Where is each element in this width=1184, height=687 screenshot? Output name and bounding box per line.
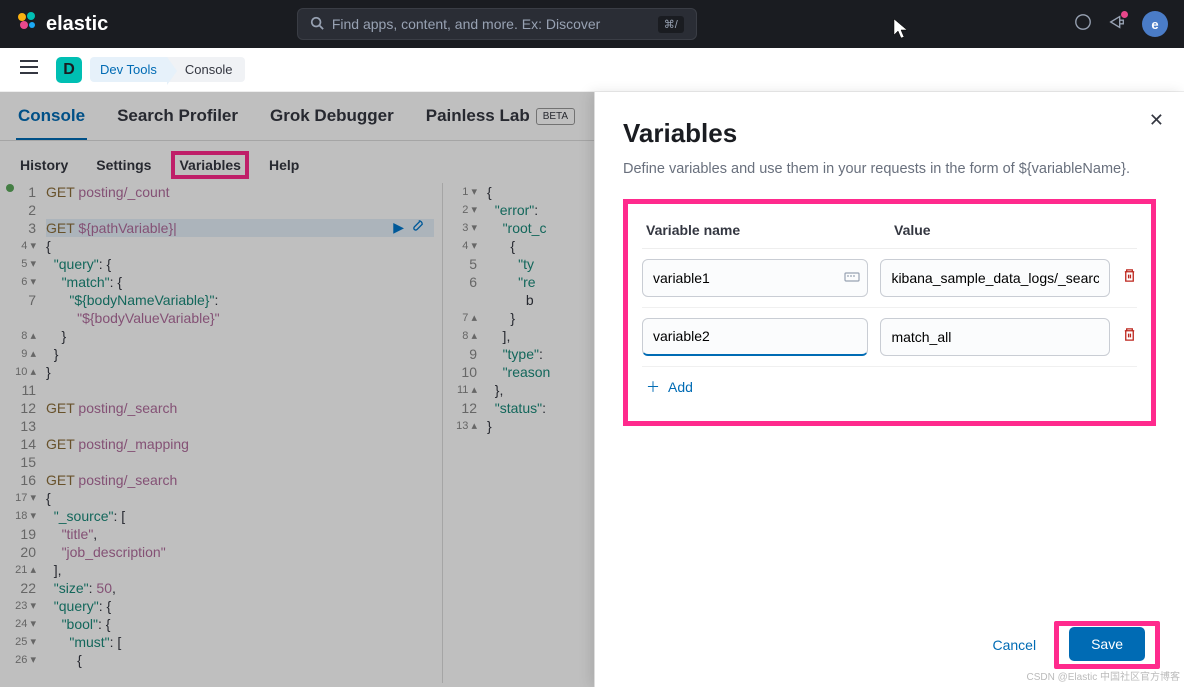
variables-flyout: ✕ Variables Define variables and use the… <box>594 92 1184 687</box>
brand-text: elastic <box>46 13 108 36</box>
variable-value-input[interactable] <box>880 318 1110 356</box>
variable-value-input[interactable] <box>880 259 1110 297</box>
top-nav-bar: elastic Find apps, content, and more. Ex… <box>0 0 1184 48</box>
add-variable-button[interactable]: ＋ Add <box>642 367 1137 407</box>
elastic-logo[interactable]: elastic <box>16 10 108 38</box>
wrench-icon[interactable] <box>410 219 424 236</box>
variable-row <box>642 249 1137 308</box>
search-shortcut: ⌘/ <box>658 16 684 33</box>
save-highlight: Save <box>1054 621 1160 669</box>
col-variable-name: Variable name <box>646 222 894 238</box>
close-icon[interactable]: ✕ <box>1149 110 1164 131</box>
help-icon[interactable] <box>1074 13 1092 36</box>
breadcrumb-devtools[interactable]: Dev Tools <box>90 57 167 82</box>
user-avatar[interactable]: e <box>1142 11 1168 37</box>
subtab-settings[interactable]: Settings <box>92 155 155 175</box>
plus-icon: ＋ <box>646 377 660 397</box>
watermark: CSDN @Elastic 中国社区官方博客 <box>1027 668 1181 683</box>
tab-grok-debugger[interactable]: Grok Debugger <box>268 106 396 140</box>
news-icon[interactable] <box>1108 13 1126 36</box>
hamburger-icon[interactable] <box>10 54 48 85</box>
flyout-title: Variables <box>623 118 1156 149</box>
app-badge[interactable]: D <box>56 57 82 83</box>
subtab-variables[interactable]: Variables <box>171 151 249 179</box>
keyboard-icon <box>844 269 860 290</box>
subtab-history[interactable]: History <box>16 155 72 175</box>
request-editor[interactable]: 1234 ▾5 ▾6 ▾78 ▴9 ▴10 ▴11121314151617 ▾1… <box>0 183 434 683</box>
tab-search-profiler[interactable]: Search Profiler <box>115 106 240 140</box>
global-search[interactable]: Find apps, content, and more. Ex: Discov… <box>297 8 697 40</box>
tab-painless-lab[interactable]: Painless LabBETA <box>424 106 577 140</box>
trash-icon[interactable] <box>1122 327 1137 346</box>
status-dot <box>6 184 14 192</box>
breadcrumb-row: D Dev Tools Console <box>0 48 1184 92</box>
breadcrumb-console[interactable]: Console <box>167 57 245 82</box>
tab-console[interactable]: Console <box>16 106 87 140</box>
trash-icon[interactable] <box>1122 268 1137 287</box>
play-icon[interactable]: ▶ <box>393 219 404 236</box>
col-value: Value <box>894 222 931 238</box>
variable-row <box>642 308 1137 367</box>
save-button[interactable]: Save <box>1069 627 1145 661</box>
cancel-button[interactable]: Cancel <box>992 637 1036 653</box>
run-request-controls[interactable]: ▶ <box>393 219 424 236</box>
flyout-description: Define variables and use them in your re… <box>623 159 1156 181</box>
logo-icon <box>16 10 38 38</box>
main-content: Console Search Profiler Grok Debugger Pa… <box>0 92 1184 687</box>
variables-table: Variable name Value ＋ Add <box>623 199 1156 426</box>
variable-name-input[interactable] <box>642 318 868 356</box>
search-icon <box>310 16 324 33</box>
variable-name-input[interactable] <box>642 259 868 297</box>
response-viewer[interactable]: 1 ▾2 ▾3 ▾4 ▾567 ▴8 ▴91011 ▴1213 ▴ { "err… <box>442 183 605 683</box>
subtab-help[interactable]: Help <box>265 155 303 175</box>
search-placeholder: Find apps, content, and more. Ex: Discov… <box>332 16 600 32</box>
